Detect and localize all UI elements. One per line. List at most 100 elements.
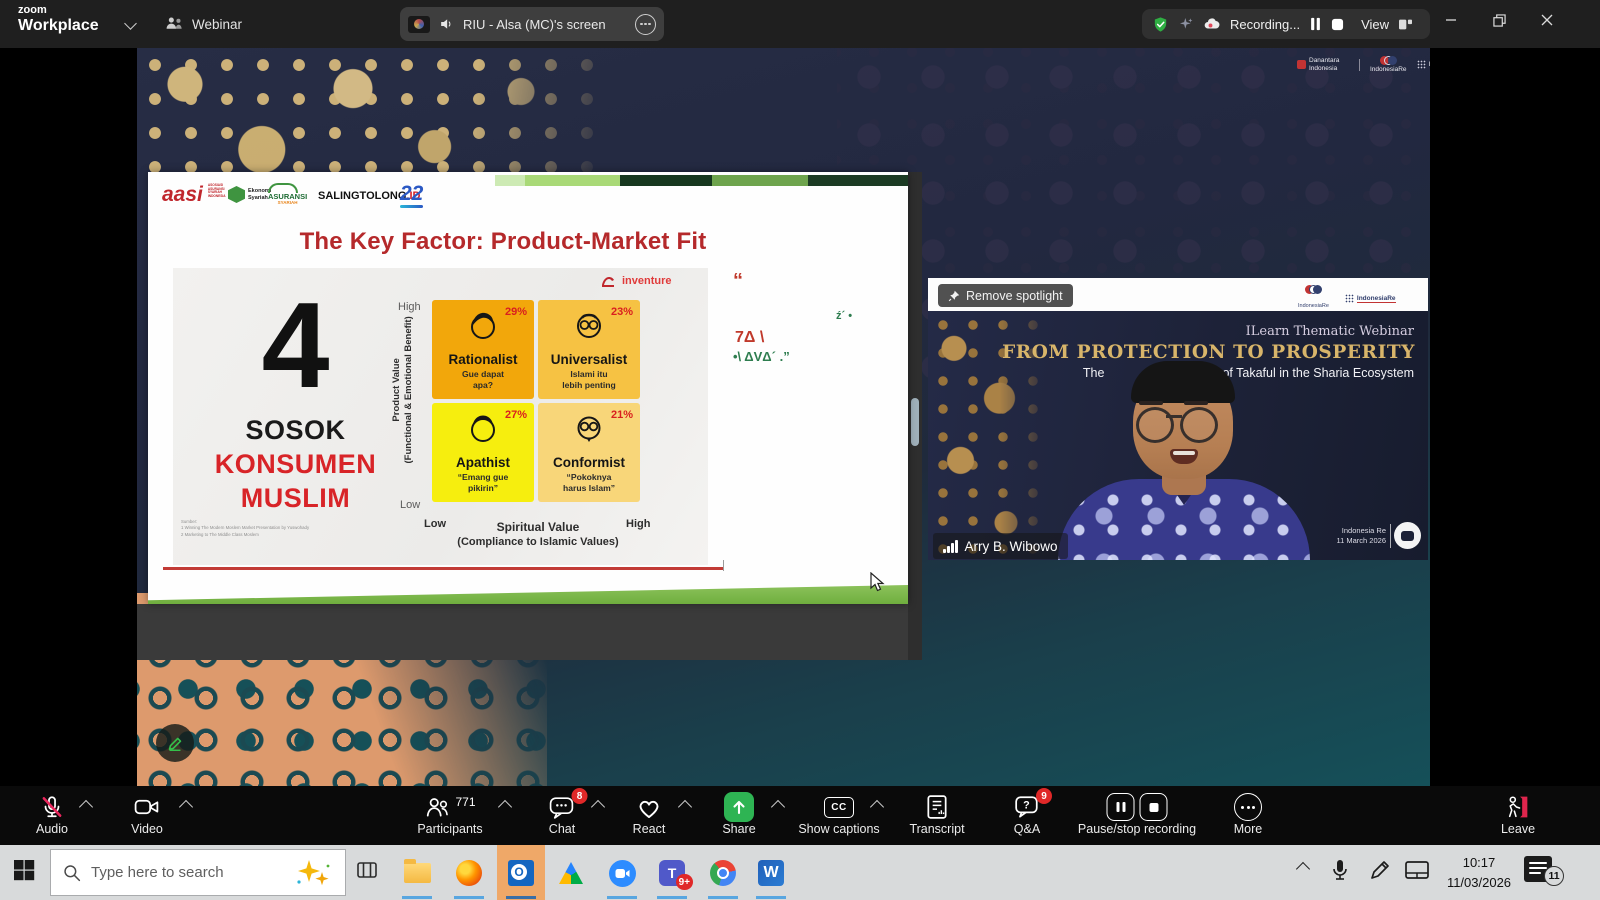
indonesiare-dots-logo-icon: [1345, 294, 1354, 303]
outlook-active-indicator: [506, 896, 536, 899]
window-close-button[interactable]: [1524, 0, 1570, 40]
react-options-chevron[interactable]: [680, 802, 690, 812]
leave-meeting-icon: [1505, 794, 1532, 820]
danantara-logo-icon: [1297, 60, 1306, 69]
header-stripe: [808, 175, 908, 186]
chrome-active-indicator: [708, 896, 738, 899]
taskbar-google-drive[interactable]: [549, 851, 593, 895]
indonesiare-logo-icon: [1305, 285, 1321, 294]
participants-count: 771: [455, 795, 475, 809]
firefox-active-indicator: [454, 896, 484, 899]
annotation-pencil-button[interactable]: [156, 724, 194, 762]
slide-footer-wedge: [148, 585, 908, 604]
pause-recording-button-icon[interactable]: [1107, 793, 1135, 821]
tray-show-hidden-chevron[interactable]: [1298, 864, 1308, 874]
toolbar-qa-button[interactable]: ? 9 Q&A: [997, 786, 1057, 845]
toolbar-audio-button[interactable]: Audio: [22, 786, 82, 845]
taskbar-zoom[interactable]: [600, 851, 644, 895]
toolbar-chat-button[interactable]: 8 Chat: [532, 786, 592, 845]
shared-screen-pill[interactable]: RIU - Alsa (MC)'s screen: [400, 7, 664, 41]
webinar-title-text: FROM PROTECTION TO PROSPERITY: [1002, 342, 1415, 363]
toolbar-captions-button[interactable]: CC Show captions: [794, 786, 884, 845]
header-stripe: [712, 175, 808, 186]
speaker-video-tile[interactable]: ILearn Thematic Webinar FROM PROTECTION …: [928, 311, 1428, 560]
apathist-face-icon: [468, 412, 498, 446]
toolbar-react-button[interactable]: React: [619, 786, 679, 845]
pencil-icon: [165, 733, 185, 753]
cloud-recording-icon: [1203, 17, 1221, 31]
recording-pill: Recording... View: [1142, 9, 1430, 39]
firefox-icon: [456, 860, 482, 886]
scrollbar-thumb[interactable]: [911, 398, 919, 446]
y-axis-label: Product Value(Functional & Emotional Ben…: [391, 280, 415, 500]
taskbar-clock[interactable]: 10:17 11/03/2026: [1438, 853, 1520, 892]
taskbar-search-input[interactable]: Type here to search: [50, 849, 346, 896]
recording-status-label: Recording...: [1230, 17, 1300, 32]
tray-microphone-icon[interactable]: [1330, 858, 1350, 882]
taskbar-outlook[interactable]: [499, 851, 543, 895]
workspace-chevron-down-icon[interactable]: [126, 19, 135, 28]
notification-count-badge: 11: [1544, 866, 1564, 886]
toolbar-video-button[interactable]: Video: [117, 786, 177, 845]
participants-options-chevron[interactable]: [500, 802, 510, 812]
microphone-muted-icon: [39, 794, 65, 820]
webinar-subtitle-text: Theof Takaful in the Sharia Ecosystem: [1083, 366, 1414, 380]
windows-logo-icon: [12, 858, 36, 882]
word-active-indicator: [756, 896, 786, 899]
taskbar-file-explorer[interactable]: [395, 851, 439, 895]
x-axis-label1: Spiritual Value: [448, 520, 628, 534]
quadrant-universalist: 23% Universalist Islami itulebih penting: [538, 300, 640, 399]
task-view-button[interactable]: [355, 858, 379, 882]
stop-recording-button-icon[interactable]: [1140, 793, 1168, 821]
share-screen-icon: [724, 792, 754, 822]
calligraphy-glyph-green: •\ ΔVΔ´ .”: [733, 349, 790, 364]
aasi-logo: aasi ASOSIASI ASURANSI SYARIAH INDONESIA: [162, 184, 238, 205]
tray-touchpad-icon[interactable]: [1404, 858, 1430, 882]
taskbar-firefox[interactable]: [447, 851, 491, 895]
audio-options-chevron[interactable]: [81, 802, 91, 812]
window-restore-button[interactable]: [1476, 0, 1522, 40]
header-stripe: [620, 175, 712, 186]
start-button[interactable]: [12, 858, 36, 882]
task-view-icon: [355, 858, 379, 882]
quadrant-rationalist: 29% Rationalist Gue dapatapa?: [432, 300, 534, 399]
toolbar-participants-button[interactable]: 771 Participants: [410, 786, 490, 845]
header-stripe: [495, 175, 525, 186]
divider-end-tick: [723, 560, 724, 571]
indonesiare-dots-icon: [1417, 60, 1426, 69]
rationalist-face-icon: [468, 309, 498, 343]
taskbar-teams[interactable]: T 9+: [650, 851, 694, 895]
toolbar-record-button[interactable]: Pause/stop recording: [1067, 786, 1207, 845]
calligraphy-glyph-quote: “: [733, 270, 743, 293]
toolbar-more-button[interactable]: More: [1218, 786, 1278, 845]
window-minimize-button[interactable]: [1428, 0, 1474, 40]
ai-sparkle-icon[interactable]: [1178, 16, 1194, 32]
chat-options-chevron[interactable]: [593, 802, 603, 812]
toolbar-leave-button[interactable]: Leave: [1488, 786, 1548, 845]
shared-screen-letterbox: [137, 604, 922, 660]
closed-captions-icon: CC: [824, 797, 854, 818]
remove-spotlight-button[interactable]: Remove spotlight: [938, 284, 1073, 307]
stop-recording-icon[interactable]: [1331, 18, 1344, 31]
captions-options-chevron[interactable]: [872, 802, 882, 812]
view-layout-icon[interactable]: [1398, 18, 1413, 31]
tab-webinar[interactable]: Webinar: [165, 10, 242, 38]
toolbar-transcript-button[interactable]: Transcript: [902, 786, 972, 845]
calligraphy-glyph-small: ź´ •: [836, 310, 852, 322]
tray-pen-icon[interactable]: [1368, 858, 1392, 882]
taskbar-chrome[interactable]: [701, 851, 745, 895]
speaker-glasses-right: [1180, 407, 1218, 443]
x-axis-high: High: [626, 518, 650, 530]
share-options-chevron[interactable]: [773, 802, 783, 812]
share-options-ellipsis-icon[interactable]: [635, 14, 656, 35]
view-button[interactable]: View: [1361, 17, 1389, 32]
source-note: Sumber: 1 Winning The Modern Moslem Mark…: [181, 519, 309, 538]
taskbar-word[interactable]: W: [749, 851, 793, 895]
video-options-chevron[interactable]: [181, 802, 191, 812]
big-word-muslim: MUSLIM: [183, 483, 408, 514]
file-explorer-icon: [404, 863, 431, 883]
anniversary-22-logo: 22: [400, 183, 423, 208]
big-word-konsumen: KONSUMEN: [183, 449, 408, 480]
toolbar-share-button[interactable]: Share: [709, 786, 769, 845]
pause-recording-icon[interactable]: [1309, 17, 1322, 31]
